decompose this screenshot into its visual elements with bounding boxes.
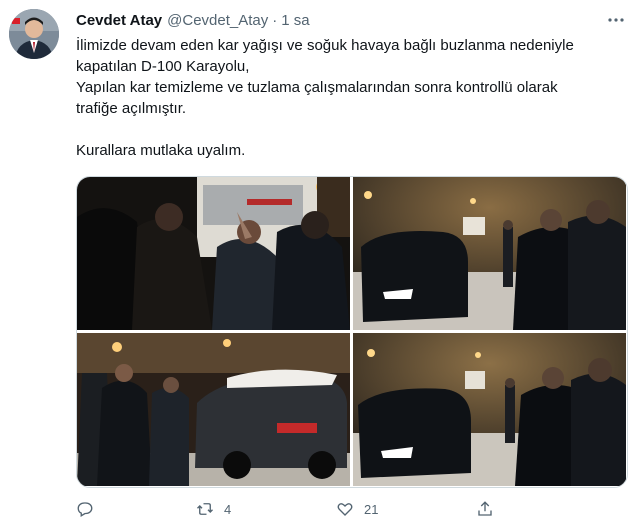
photo-2[interactable] [353, 177, 626, 330]
tweet-line: kapatılan D-100 Karayolu, [76, 58, 250, 75]
retweet-icon [196, 500, 214, 518]
tweet-line: Yapılan kar temizleme ve tuzlama çalışma… [76, 79, 558, 96]
retweet-count: 4 [224, 501, 232, 517]
tweet-text: İlimizde devam eden kar yağışı ve soğuk … [76, 35, 626, 161]
share-button[interactable] [476, 500, 516, 518]
more-icon[interactable] [606, 10, 626, 30]
photo-1[interactable] [77, 177, 350, 330]
author-avatar[interactable] [9, 9, 59, 59]
tweet-timestamp[interactable]: 1 sa [281, 12, 309, 29]
like-button[interactable]: 21 [336, 500, 476, 518]
tweet-actions: 4 21 [76, 497, 556, 521]
media-grid [76, 176, 628, 488]
heart-icon [336, 500, 354, 518]
separator-dot: · [272, 11, 278, 29]
author-name[interactable]: Cevdet Atay [76, 12, 162, 29]
like-count: 21 [364, 501, 379, 517]
share-icon [476, 500, 494, 518]
tweet-header: Cevdet Atay @Cevdet_Atay · 1 sa [76, 10, 620, 30]
reply-icon [76, 500, 94, 518]
tweet-line: trafiğe açılmıştır. [76, 100, 187, 117]
tweet-line: Kurallara mutlaka uyalım. [76, 142, 246, 159]
retweet-button[interactable]: 4 [196, 500, 336, 518]
reply-button[interactable] [76, 500, 196, 518]
author-handle[interactable]: @Cevdet_Atay [167, 12, 268, 29]
photo-4[interactable] [353, 333, 626, 486]
tweet-line: İlimizde devam eden kar yağışı ve soğuk … [76, 37, 574, 54]
tweet-line [76, 119, 626, 140]
photo-3[interactable] [77, 333, 350, 486]
